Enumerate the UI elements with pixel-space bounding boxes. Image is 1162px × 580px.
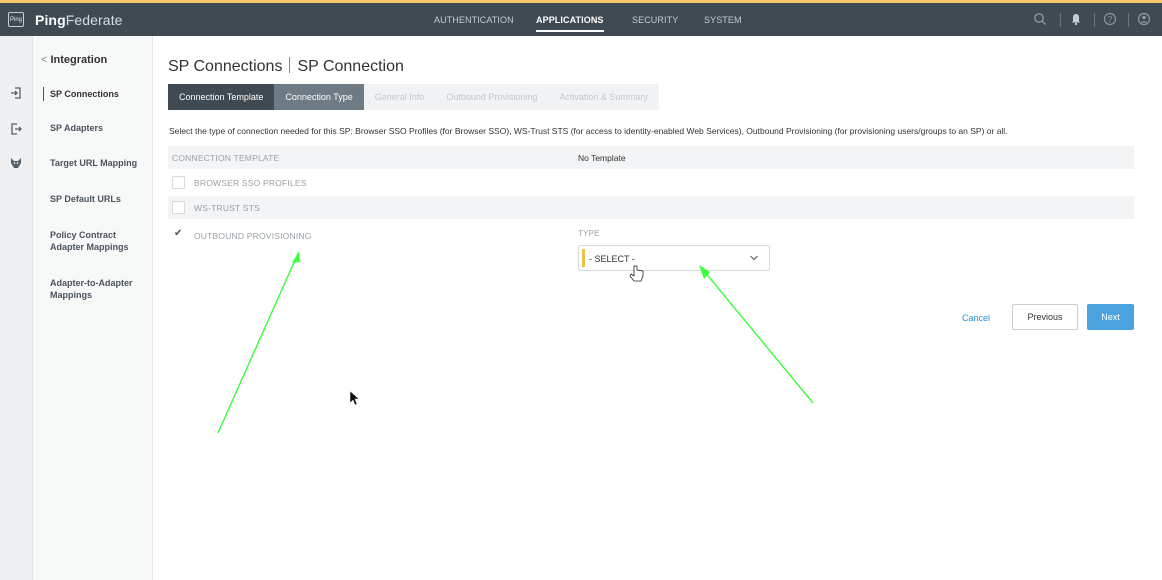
cancel-button[interactable]: Cancel (948, 305, 1004, 331)
type-select-value: - SELECT - (589, 254, 635, 264)
sidebar-item-target-url-mapping[interactable]: Target URL Mapping (50, 157, 137, 169)
ws-trust-checkbox[interactable] (172, 201, 185, 214)
outbound-provisioning-checkbox[interactable] (172, 228, 185, 242)
browser-sso-row: BROWSER SSO PROFILES (168, 171, 1134, 194)
tab-activation-summary: Activation & Summary (548, 84, 659, 110)
sidebar-active-indicator (43, 87, 44, 101)
tab-connection-template[interactable]: Connection Template (168, 84, 275, 110)
chevron-down-icon (749, 251, 759, 268)
sidebar-back-link[interactable]: < Integration (41, 54, 107, 66)
tab-general-info: General Info (363, 84, 436, 110)
outbound-provisioning-label[interactable]: OUTBOUND PROVISIONING (194, 231, 312, 241)
page-title-current: SP Connection (297, 58, 404, 75)
tab-connection-type[interactable]: Connection Type (274, 84, 364, 110)
next-button[interactable]: Next (1087, 304, 1134, 330)
sidebar-item-policy-contract-adapter-mappings[interactable]: Policy Contract Adapter Mappings (50, 229, 129, 253)
nav-security[interactable]: SECURITY (632, 15, 678, 25)
browser-sso-checkbox[interactable] (172, 176, 185, 189)
sidebar-item-sp-adapters[interactable]: SP Adapters (50, 122, 103, 134)
sidebar-item-sp-default-urls[interactable]: SP Default URLs (50, 193, 121, 205)
title-divider (289, 57, 291, 73)
top-header: Ping PingFederate AUTHENTICATION APPLICA… (0, 3, 1162, 36)
main-nav: AUTHENTICATION APPLICATIONS SECURITY SYS… (0, 3, 1162, 36)
wolf-icon[interactable] (9, 156, 23, 170)
connection-type-description: Select the type of connection needed for… (169, 126, 1008, 136)
header-divider (1060, 13, 1061, 27)
icon-rail (0, 36, 33, 580)
nav-authentication[interactable]: AUTHENTICATION (434, 15, 514, 25)
type-select[interactable]: - SELECT - (578, 245, 770, 271)
previous-button[interactable]: Previous (1012, 304, 1078, 330)
header-icons: ? (1022, 3, 1162, 36)
svg-text:?: ? (1108, 15, 1113, 24)
wizard-tabs: Connection Template Connection Type Gene… (168, 84, 659, 110)
tab-outbound-provisioning: Outbound Provisioning (435, 84, 549, 110)
search-icon[interactable] (1032, 12, 1048, 28)
browser-sso-label[interactable]: BROWSER SSO PROFILES (194, 178, 307, 188)
outbound-provisioning-row: OUTBOUND PROVISIONING (168, 224, 1134, 247)
help-icon[interactable]: ? (1102, 12, 1118, 28)
bell-icon[interactable] (1068, 12, 1084, 28)
required-marker (582, 249, 585, 267)
sidebar-item-adapter-to-adapter-mappings[interactable]: Adapter-to-Adapter Mappings (50, 277, 133, 301)
header-divider (1128, 13, 1129, 27)
sign-out-icon[interactable] (9, 122, 23, 136)
type-label: TYPE (578, 229, 600, 238)
page-title-parent[interactable]: SP Connections (168, 58, 282, 75)
connection-template-label: CONNECTION TEMPLATE (172, 153, 280, 163)
connection-template-value: No Template (578, 153, 626, 163)
ws-trust-label[interactable]: WS-TRUST STS (194, 203, 260, 213)
sidebar: < Integration SP Connections SP Adapters … (33, 36, 153, 580)
nav-applications[interactable]: APPLICATIONS (536, 15, 604, 32)
connection-template-row: CONNECTION TEMPLATE No Template (168, 146, 1134, 169)
page-title: SP Connections SP Connection (168, 57, 404, 76)
user-icon[interactable] (1136, 12, 1152, 28)
header-divider (1094, 13, 1095, 27)
main-content: SP Connections SP Connection Connection T… (154, 36, 1162, 580)
sidebar-back-label: Integration (50, 54, 108, 66)
chevron-left-icon: < (41, 54, 48, 66)
sign-in-icon[interactable] (9, 86, 23, 100)
nav-system[interactable]: SYSTEM (704, 15, 742, 25)
ws-trust-row: WS-TRUST STS (168, 196, 1134, 219)
sidebar-item-sp-connections[interactable]: SP Connections (50, 88, 119, 100)
